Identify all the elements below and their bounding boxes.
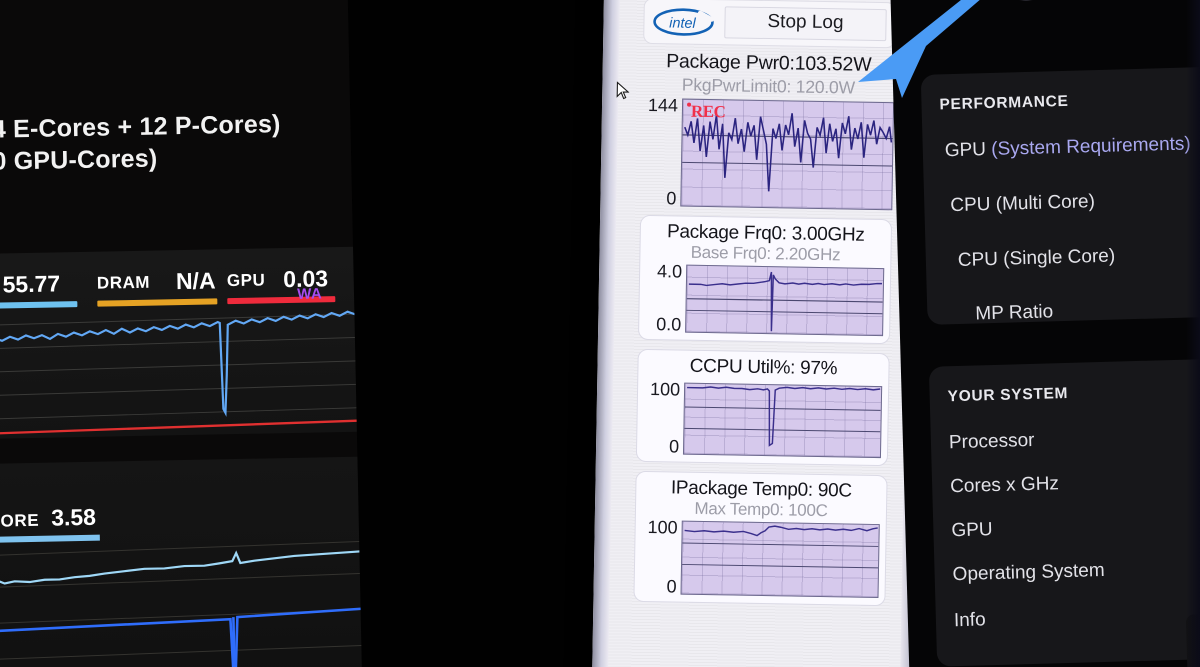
temp-axis-max: 100 [647, 517, 678, 538]
util-axis: 100 0 [643, 379, 684, 457]
system-row-processor: Processor 13t [930, 398, 1200, 455]
left-monitor-pcore-graph [0, 456, 407, 667]
ptat-temperature-card: IPackage Temp0: 90C Max Temp0: 100C 100 … [633, 470, 888, 607]
freq-plot [685, 264, 885, 337]
power-axis: 144 0 [640, 94, 682, 209]
util-plot-wrap: 100 0 [643, 379, 883, 459]
left-monitor-cpu-panel: PU55.77 DRAMN/A GPU0.03 WA [0, 245, 402, 440]
power-plot-wrap: 144 0 REC [640, 94, 895, 211]
freq-plot-wrap: 4.0 0.0 [645, 261, 885, 337]
cpu-util-title: CCPU Util%: 97% [689, 355, 838, 380]
left-monitor: ax (4 E-Cores + 12 P-Cores) x (40 GPU-Co… [0, 0, 407, 667]
power-axis-max: 144 [647, 94, 679, 116]
perf-item-cpu-multi[interactable]: CPU (Multi Core) [923, 154, 1200, 218]
power-plot: REC [680, 98, 895, 211]
stat-cpu-bar [0, 301, 78, 310]
intel-logo-icon: intel [653, 7, 714, 36]
monitor-bezel-gap [347, 0, 628, 667]
left-header-line1: ax (4 E-Cores + 12 P-Cores) [0, 110, 281, 144]
freq-plot-svg [686, 271, 883, 332]
perf-item-gpu-label: GPU [944, 138, 992, 162]
freq-axis: 4.0 0.0 [645, 261, 686, 335]
ptat-utilization-card: CCPU Util%: 97% 100 0 [635, 348, 890, 467]
util-plot [682, 382, 883, 459]
perf-item-cpu-single[interactable]: CPU (Single Core) [925, 209, 1200, 273]
performance-card: PERFORMANCE GPU (System Requirements) CP… [920, 65, 1200, 327]
system-row-gpu-label: GPU [951, 519, 993, 542]
svg-text:intel: intel [669, 15, 697, 31]
temp-plot-svg [682, 525, 879, 569]
system-row-info-label: Info [953, 609, 986, 632]
left-monitor-pcore-panel: P-CORE 3.58 [0, 455, 407, 667]
system-row-info[interactable]: Info [935, 578, 1200, 633]
blue-arrow-cursor-icon [858, 0, 980, 98]
cinebench-logo: CIN [1001, 0, 1134, 1]
system-row-os-label: Operating System [952, 559, 1105, 586]
mouse-pointer-icon [616, 81, 630, 100]
stat-dram: DRAM N/A [96, 267, 218, 307]
rec-label: REC [690, 101, 726, 122]
perf-item-gpu-note: (System Requirements) [990, 133, 1192, 160]
right-edge-shadow [1186, 0, 1200, 667]
ptat-frequency-card: Package Frq0: 3.00GHz Base Frq0: 2.20GHz… [637, 214, 893, 345]
util-axis-max: 100 [649, 379, 681, 400]
left-header-line2: x (40 GPU-Cores) [0, 144, 158, 177]
freq-axis-min: 0.0 [656, 314, 682, 335]
power-axis-min: 0 [666, 188, 677, 209]
system-row-cores-label: Cores x GHz [949, 473, 1060, 498]
temp-plot-wrap: 100 0 [641, 517, 880, 599]
photo-scene: ax (4 E-Cores + 12 P-Cores) x (40 GPU-Co… [0, 0, 1200, 667]
freq-axis-max: 4.0 [656, 261, 683, 282]
stat-dram-key: DRAM [96, 272, 151, 293]
watt-label: WA [297, 285, 323, 303]
system-row-processor-label: Processor [948, 429, 1035, 454]
cinebench-ring-icon [1001, 0, 1051, 1]
perf-item-mp-ratio[interactable]: MP Ratio [926, 264, 1200, 327]
temp-axis: 100 0 [641, 517, 682, 597]
util-plot-svg [684, 386, 881, 447]
left-monitor-header: ax (4 E-Cores + 12 P-Cores) x (40 GPU-Co… [0, 108, 396, 176]
perf-item-gpu[interactable]: GPU (System Requirements) [922, 106, 1200, 163]
stat-gpu-key: GPU [226, 269, 266, 290]
stat-dram-value: N/A [175, 267, 216, 295]
stat-cpu: PU55.77 [0, 270, 78, 310]
your-system-card: YOUR SYSTEM Processor 13t Cores x GHz 24… [928, 357, 1200, 667]
stat-dram-bar [97, 298, 218, 307]
temp-axis-min: 0 [666, 576, 677, 597]
left-monitor-graph [0, 304, 402, 439]
temp-plot [680, 520, 880, 599]
util-axis-min: 0 [668, 436, 680, 457]
stat-cpu-value: 55.77 [2, 270, 61, 298]
